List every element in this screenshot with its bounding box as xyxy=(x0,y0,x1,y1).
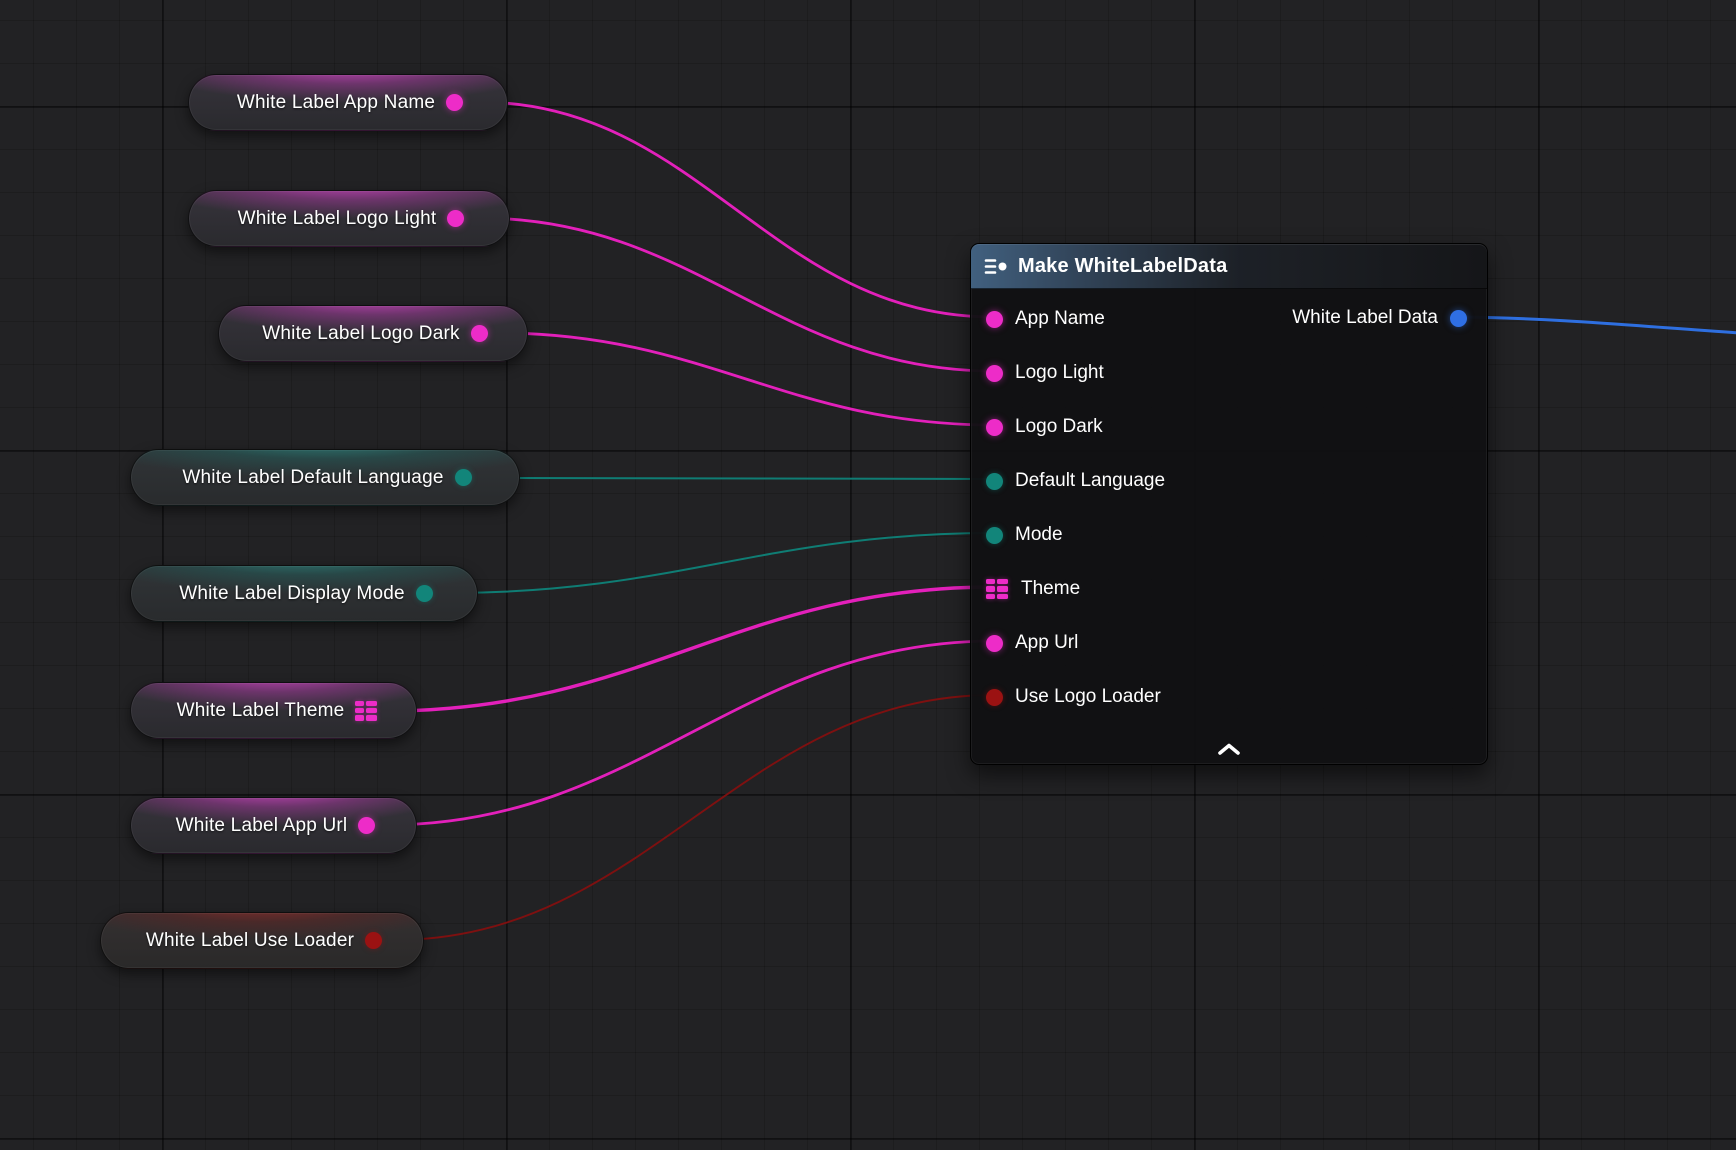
node-get-white-label-logo-light[interactable]: White Label Logo Light xyxy=(188,190,510,247)
output-pin-enum[interactable] xyxy=(455,469,472,486)
pin-label: App Name xyxy=(1015,308,1105,330)
input-pin-string[interactable] xyxy=(986,635,1003,652)
wire-app-name[interactable] xyxy=(478,102,994,317)
wire-use-loader[interactable] xyxy=(394,695,994,940)
node-get-white-label-use-loader[interactable]: White Label Use Loader xyxy=(100,912,424,969)
node-label: White Label Display Mode xyxy=(179,583,405,605)
node-label: White Label Default Language xyxy=(182,467,443,489)
node-get-white-label-app-url[interactable]: White Label App Url xyxy=(130,797,417,854)
node-header[interactable]: Make WhiteLabelData xyxy=(971,244,1487,289)
collapse-chevron-button[interactable] xyxy=(1206,738,1252,760)
node-label: White Label Use Loader xyxy=(146,930,354,952)
output-pin-string[interactable] xyxy=(447,210,464,227)
output-pin-string[interactable] xyxy=(471,325,488,342)
output-pin-enum[interactable] xyxy=(416,585,433,602)
input-row-theme: Theme xyxy=(971,562,1487,616)
pin-label: Mode xyxy=(1015,524,1063,546)
input-row-logo-light: Logo Light xyxy=(971,346,1487,400)
input-row-use-logo-loader: Use Logo Loader xyxy=(971,670,1487,724)
input-pin-bool[interactable] xyxy=(986,689,1003,706)
pin-label: Default Language xyxy=(1015,470,1165,492)
wire-app-url[interactable] xyxy=(387,641,994,825)
input-pin-enum[interactable] xyxy=(986,527,1003,544)
blueprint-graph-canvas[interactable]: White Label App Name White Label Logo Li… xyxy=(0,0,1736,1150)
wire-logo-dark[interactable] xyxy=(498,333,994,425)
node-label: White Label Logo Dark xyxy=(262,323,459,345)
node-label: White Label Logo Light xyxy=(238,208,437,230)
wire-default-language[interactable] xyxy=(490,478,994,479)
node-get-white-label-display-mode[interactable]: White Label Display Mode xyxy=(130,565,478,622)
node-get-white-label-app-name[interactable]: White Label App Name xyxy=(188,74,508,131)
pin-label: Use Logo Loader xyxy=(1015,686,1161,708)
wire-theme[interactable] xyxy=(386,587,994,711)
input-pin-rows: App Name Logo Light Logo Dark Default La… xyxy=(971,289,1487,724)
input-row-app-url: App Url xyxy=(971,616,1487,670)
input-pin-struct[interactable] xyxy=(986,579,1009,599)
node-get-white-label-logo-dark[interactable]: White Label Logo Dark xyxy=(218,305,528,362)
chevron-up-icon xyxy=(1216,742,1242,756)
output-pin-struct[interactable] xyxy=(1450,310,1467,327)
pin-label: Logo Light xyxy=(1015,362,1104,384)
wire-logo-light[interactable] xyxy=(480,218,994,371)
pin-label: White Label Data xyxy=(1292,307,1438,329)
input-pin-enum[interactable] xyxy=(986,473,1003,490)
node-get-white-label-theme[interactable]: White Label Theme xyxy=(130,682,417,739)
input-row-default-language: Default Language xyxy=(971,454,1487,508)
input-pin-string[interactable] xyxy=(986,419,1003,436)
output-pin-bool[interactable] xyxy=(365,932,382,949)
input-pin-string[interactable] xyxy=(986,365,1003,382)
input-row-logo-dark: Logo Dark xyxy=(971,400,1487,454)
pin-label: Theme xyxy=(1021,578,1080,600)
node-label: White Label Theme xyxy=(177,700,345,722)
input-pin-string[interactable] xyxy=(986,311,1003,328)
node-label: White Label App Url xyxy=(176,815,348,837)
pin-label: Logo Dark xyxy=(1015,416,1103,438)
output-pin-string[interactable] xyxy=(446,94,463,111)
wire-white-label-data[interactable] xyxy=(1460,317,1736,333)
output-row-white-label-data: White Label Data xyxy=(1292,301,1467,335)
make-struct-icon xyxy=(984,258,1008,275)
input-row-mode: Mode xyxy=(971,508,1487,562)
output-pin-string[interactable] xyxy=(358,817,375,834)
node-make-whitelabeldata[interactable]: Make WhiteLabelData App Name Logo Light … xyxy=(970,243,1488,765)
pin-label: App Url xyxy=(1015,632,1078,654)
node-label: White Label App Name xyxy=(237,92,435,114)
node-get-white-label-default-language[interactable]: White Label Default Language xyxy=(130,449,520,506)
output-pin-struct[interactable] xyxy=(355,701,378,721)
wire-display-mode[interactable] xyxy=(448,533,994,593)
node-title: Make WhiteLabelData xyxy=(1018,255,1227,278)
